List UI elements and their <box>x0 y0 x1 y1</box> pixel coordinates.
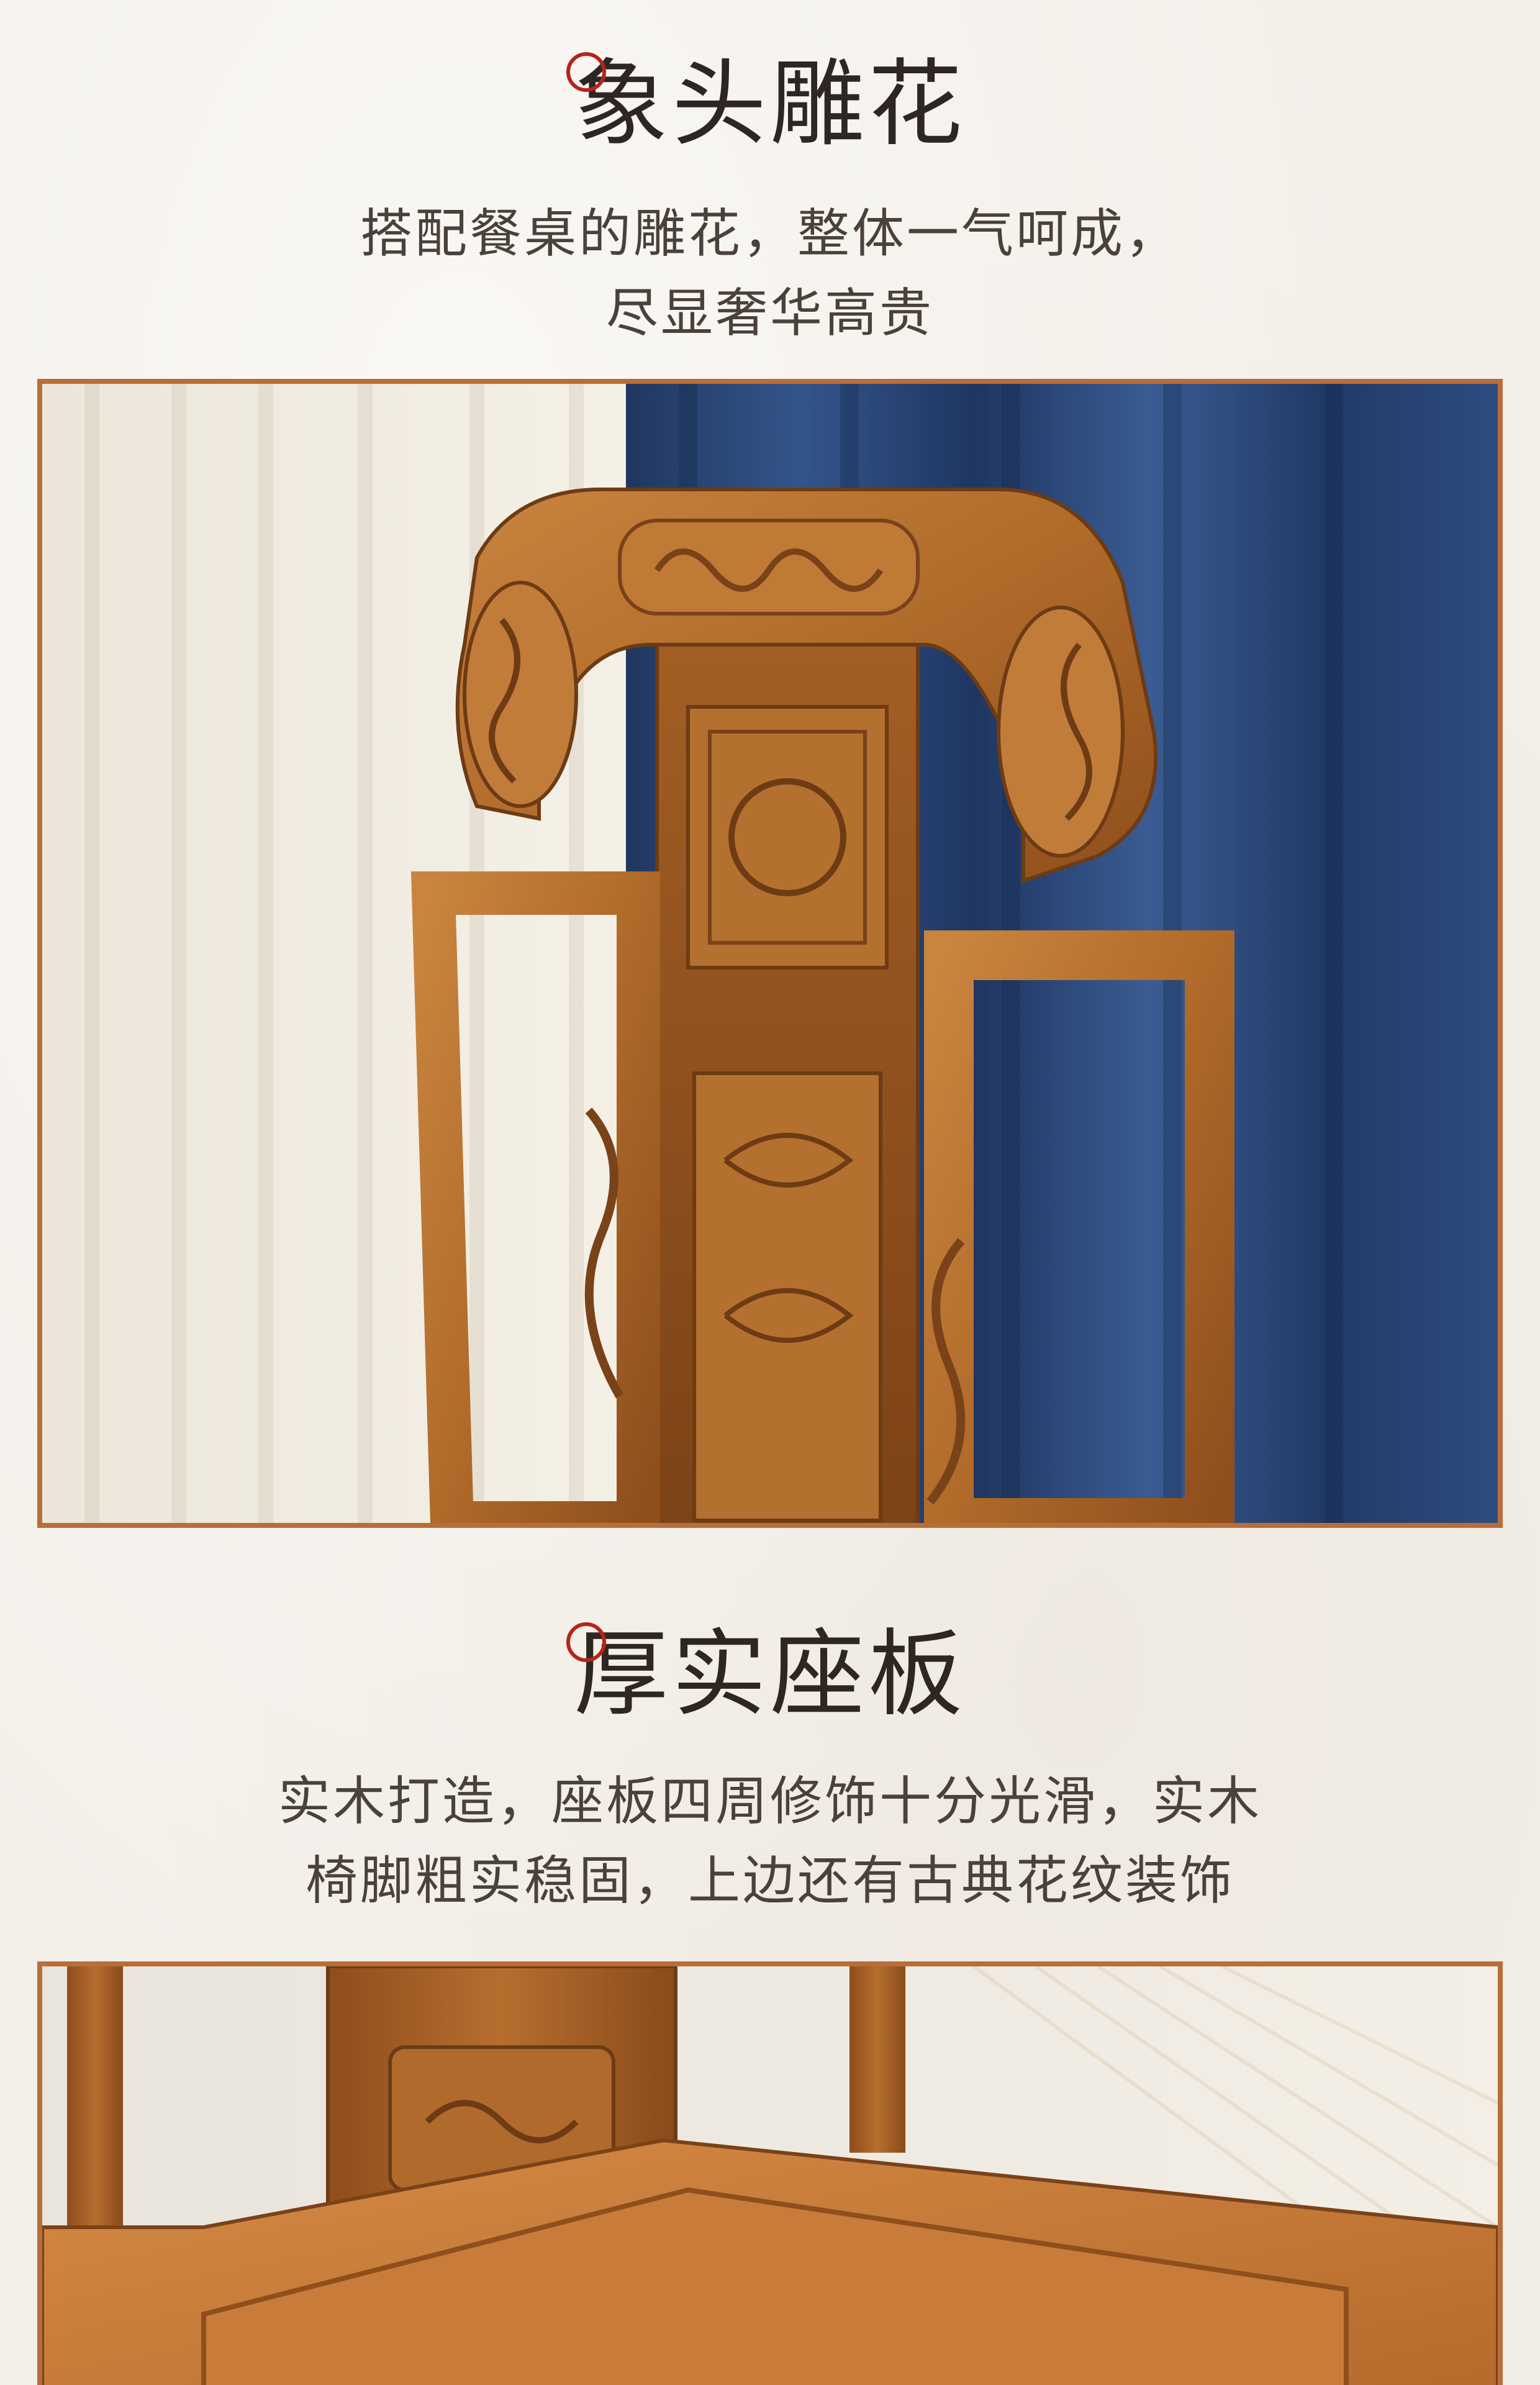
section1-subtitle-line-1: 搭配餐桌的雕花，整体一气呵成， <box>360 203 1180 264</box>
section1-title: 象头雕花 <box>566 48 966 160</box>
section1-subtitle-line-2: 尽显奢华高贵 <box>605 283 934 343</box>
product-detail-page: 象头雕花 搭配餐桌的雕花，整体一气呵成， 尽显奢华高贵 厚实座板 实木打造，座板… <box>0 0 1540 2385</box>
red-circle-mark-icon <box>566 52 606 92</box>
section2-subtitle-line-1: 实木打造，座板四周修饰十分光滑，实木 <box>278 1771 1262 1832</box>
section1-subtitle: 搭配餐桌的雕花，整体一气呵成， 尽显奢华高贵 <box>0 194 1540 353</box>
section1-photo <box>37 379 1503 1528</box>
section1-title-text: 象头雕花 <box>574 49 966 159</box>
section1-header: 象头雕花 <box>0 48 1540 160</box>
section2-title: 厚实座板 <box>566 1619 966 1730</box>
section2-subtitle-line-2: 椅脚粗实稳固，上边还有古典花纹装饰 <box>305 1850 1234 1911</box>
section2-photo <box>37 1961 1503 2385</box>
seat-board-image <box>42 1966 1498 2385</box>
section2-subtitle: 实木打造，座板四周修饰十分光滑，实木 椅脚粗实稳固，上边还有古典花纹装饰 <box>0 1761 1540 1920</box>
section2-header: 厚实座板 <box>0 1619 1540 1730</box>
section2-title-text: 厚实座板 <box>574 1619 966 1729</box>
carved-chair-back-image <box>42 384 1498 1523</box>
red-circle-mark-icon <box>566 1622 606 1662</box>
